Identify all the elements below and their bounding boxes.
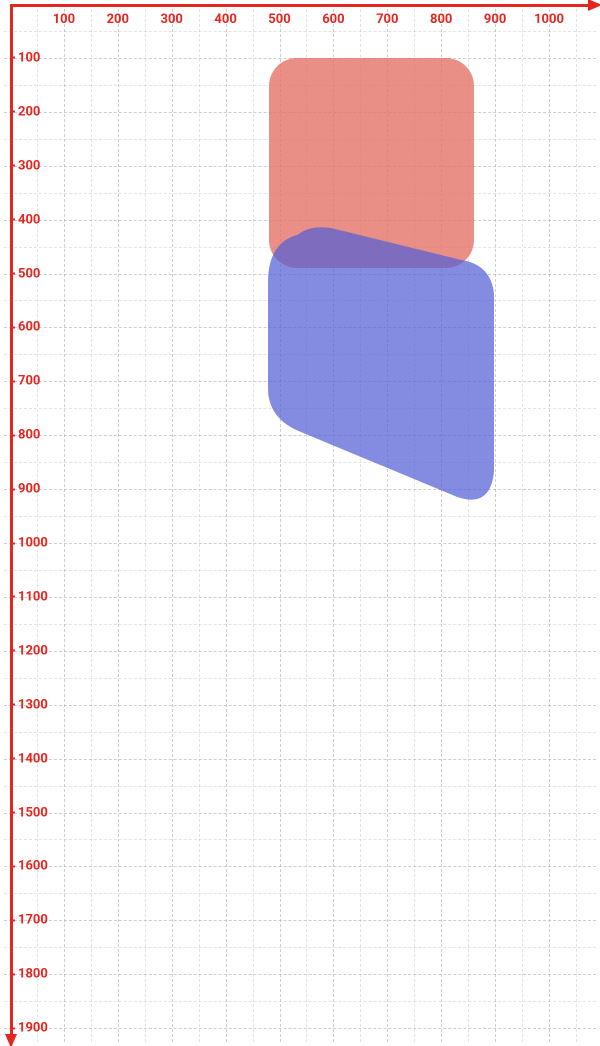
- x-tick: 500: [268, 12, 290, 27]
- y-tick: 1200: [18, 643, 48, 658]
- x-tick: 800: [430, 12, 452, 27]
- y-tick: 300: [18, 158, 40, 173]
- y-tick: 200: [18, 104, 40, 119]
- y-tick: 600: [18, 320, 40, 335]
- coordinate-canvas: 100 200 300 400 500 600 700 800 900 1000 100 200 30…: [0, 0, 600, 1046]
- x-tick: 900: [484, 12, 506, 27]
- y-tick: 1900: [18, 1021, 48, 1036]
- y-tick: 1100: [18, 589, 48, 604]
- y-tick: 800: [18, 428, 40, 443]
- y-tick: 1800: [18, 967, 48, 982]
- y-tick: 400: [18, 212, 40, 227]
- x-tick: 700: [376, 12, 398, 27]
- x-tick: 300: [160, 12, 182, 27]
- y-tick: 1700: [18, 913, 48, 928]
- x-axis: [10, 4, 596, 7]
- y-tick: 500: [18, 266, 40, 281]
- y-tick: 700: [18, 374, 40, 389]
- y-tick: 1500: [18, 805, 48, 820]
- y-tick: 1300: [18, 697, 48, 712]
- x-tick: 100: [53, 12, 75, 27]
- x-axis-arrow-icon: [588, 0, 600, 11]
- y-tick: 1000: [18, 536, 48, 551]
- x-tick: 200: [107, 12, 129, 27]
- x-tick: 600: [322, 12, 344, 27]
- blue-parallelogram: [268, 203, 494, 499]
- y-tick: 100: [18, 50, 40, 65]
- x-tick: 1000: [534, 12, 564, 27]
- y-axis-arrow-icon: [5, 1034, 17, 1046]
- y-tick: 900: [18, 482, 40, 497]
- y-tick: 1600: [18, 859, 48, 874]
- y-tick: 1400: [18, 751, 48, 766]
- y-axis: [10, 4, 13, 1042]
- x-tick: 400: [214, 12, 236, 27]
